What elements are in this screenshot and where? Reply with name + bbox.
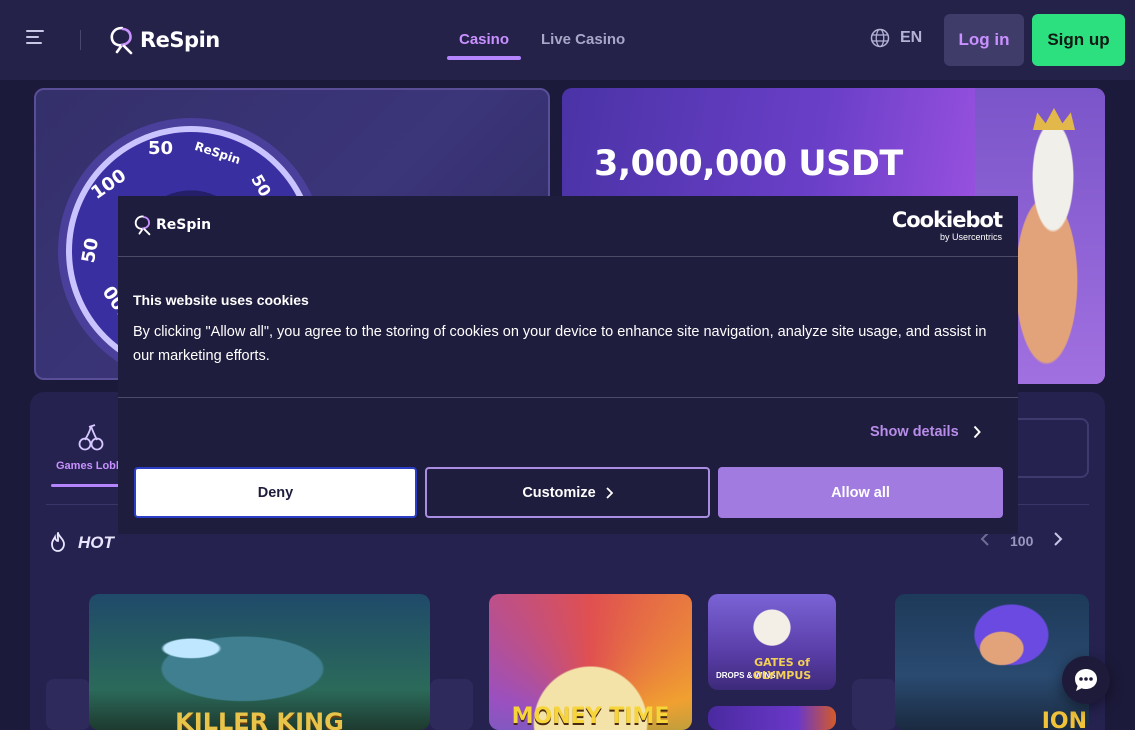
chevron-left-icon[interactable]: [980, 532, 990, 549]
show-details-label: Show details: [870, 424, 959, 440]
game-title: ION: [1041, 709, 1087, 730]
tab-casino[interactable]: Casino: [459, 31, 509, 48]
cookie-brand-logo: ReSpin: [133, 214, 211, 236]
respin-logo-icon: [134, 215, 151, 236]
cookiebot-wordmark: Cookiebot: [891, 208, 1003, 232]
game-tile[interactable]: DROPS & WINS GATES of OLYMPUS: [708, 594, 836, 690]
cookiebot-logo[interactable]: Cookiebot by Usercentrics: [891, 208, 1003, 243]
carousel-prev-area: [46, 679, 90, 730]
game-title: MONEY TIME: [511, 704, 670, 729]
cherries-icon: [78, 424, 104, 451]
top-header: ReSpin Casino Live Casino EN Log in Sign…: [0, 0, 1135, 80]
language-selector[interactable]: EN: [870, 28, 922, 48]
cookie-divider: [118, 397, 1018, 398]
game-tile[interactable]: MONEY TIME: [489, 594, 692, 730]
cookie-brand-name: ReSpin: [156, 217, 212, 233]
logo[interactable]: ReSpin: [108, 24, 220, 56]
game-tile[interactable]: ION: [895, 594, 1089, 730]
show-details-link[interactable]: Show details: [870, 424, 981, 440]
game-tile[interactable]: [708, 706, 836, 730]
game-title: GATES of OLYMPUS: [752, 656, 812, 682]
tab-live-casino[interactable]: Live Casino: [541, 31, 625, 48]
menu-button[interactable]: [26, 30, 46, 50]
deny-button[interactable]: Deny: [134, 467, 417, 518]
category-games-lobby[interactable]: Games Lobb: [56, 460, 123, 472]
chevron-right-icon[interactable]: [1053, 532, 1063, 549]
globe-icon: [870, 28, 890, 48]
signup-button[interactable]: Sign up: [1032, 14, 1125, 66]
customize-button[interactable]: Customize: [425, 467, 710, 518]
cookie-description: By clicking "Allow all", you agree to th…: [133, 324, 987, 364]
banner-headline: 3,000,000 USDT: [594, 144, 903, 184]
allow-all-button[interactable]: Allow all: [718, 467, 1003, 518]
carousel-gap: [852, 679, 896, 730]
customize-label: Customize: [522, 484, 596, 501]
carousel-pager: 100: [980, 532, 1063, 549]
wheel-label: 50: [148, 138, 174, 159]
chevron-right-icon: [606, 486, 613, 499]
chat-button[interactable]: [1062, 656, 1110, 704]
cookie-title: This website uses cookies: [133, 292, 309, 308]
carousel-gap: [430, 679, 473, 730]
header-divider: [80, 30, 81, 50]
section-title-hot: HOT: [78, 533, 114, 552]
category-indicator: [51, 484, 123, 487]
active-tab-indicator: [447, 56, 521, 60]
brand-name: ReSpin: [140, 28, 220, 52]
game-tile[interactable]: KILLER KING: [89, 594, 430, 730]
chat-bubble-icon: [1075, 669, 1097, 691]
cookiebot-subtitle: by Usercentrics: [939, 232, 1002, 242]
language-code: EN: [900, 29, 923, 46]
game-count: 100: [1010, 532, 1034, 549]
cookie-consent-dialog: ReSpin Cookiebot by Usercentrics This we…: [118, 196, 1018, 534]
respin-logo-icon: [110, 26, 133, 55]
game-title: KILLER KING: [175, 708, 344, 730]
cookie-divider: [118, 256, 1018, 257]
chevron-right-icon: [973, 425, 981, 439]
wheel-label: 50: [78, 236, 104, 265]
flame-icon: [51, 532, 65, 552]
wheel-label: ReSpin: [192, 139, 243, 167]
login-button[interactable]: Log in: [944, 14, 1024, 66]
